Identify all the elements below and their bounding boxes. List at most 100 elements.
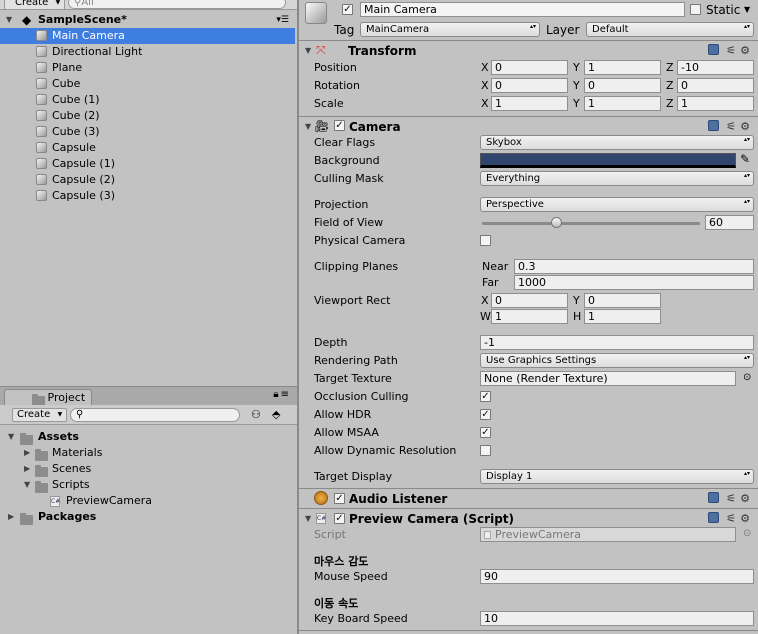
preset-sliders-icon[interactable]: ⚟ [726,44,740,57]
hierarchy-item[interactable]: Cube (3) [0,124,295,140]
lock-icon[interactable]: 🔒︎≡ [273,389,291,400]
object-picker-icon[interactable]: ⊙ [743,372,751,383]
allow-msaa-checkbox[interactable]: ✓ [480,427,491,438]
preset-sliders-icon[interactable]: ⚟ [726,120,740,133]
static-checkbox[interactable] [690,4,701,15]
layer-dropdown[interactable]: Default [586,22,754,37]
vp-h-field[interactable]: 1 [584,309,661,324]
audio-listener-header[interactable]: ✓ Audio Listener ⚟⚙ [299,490,758,508]
transform-y-field[interactable]: 1 [584,60,661,75]
near-field[interactable]: 0.3 [514,259,754,274]
help-book-icon[interactable] [707,120,719,131]
transform-x-field[interactable]: 0 [491,60,568,75]
hierarchy-item[interactable]: Cube [0,76,295,92]
fov-slider-track[interactable] [482,222,700,225]
axis-label-y[interactable]: Y [573,79,580,92]
transform-z-field[interactable]: 0 [677,78,754,93]
hierarchy-item[interactable]: Cube (2) [0,108,295,124]
clear-flags-dropdown[interactable]: Skybox [480,135,754,150]
transform-header[interactable]: ▼ ⤧ Transform ⚟⚙ [299,42,758,60]
physical-camera-checkbox[interactable] [480,235,491,246]
axis-label-z[interactable]: Z [666,61,674,74]
axis-label-y[interactable]: Y [573,97,580,110]
target-display-dropdown[interactable]: Display 1 [480,469,754,484]
hierarchy-create-button[interactable]: Create ▼ [4,0,66,9]
filter-by-type-icon[interactable]: ⚇ [251,408,261,421]
axis-label-x[interactable]: X [481,79,489,92]
hierarchy-item[interactable]: Main Camera [0,28,295,44]
axis-label-y[interactable]: Y [573,61,580,74]
object-name-field[interactable]: Main Camera [360,2,685,17]
camera-header[interactable]: ▼ 🎥︎ ✓ Camera ⚟⚙ [299,118,758,136]
camera-enabled-checkbox[interactable]: ✓ [334,120,345,131]
help-book-icon[interactable] [707,44,719,55]
expand-triangle-icon[interactable]: ▼ [305,46,311,55]
keyboard-speed-field[interactable]: 10 [480,611,754,626]
help-book-icon[interactable] [707,492,719,503]
rendering-path-dropdown[interactable]: Use Graphics Settings [480,353,754,368]
scene-menu-icon[interactable]: ▾☰ [276,12,289,28]
transform-x-field[interactable]: 0 [491,78,568,93]
scene-row[interactable]: ▼ ◆ SampleScene* ▾☰ [0,12,295,28]
transform-x-field[interactable]: 1 [491,96,568,111]
mouse-speed-field[interactable]: 90 [480,569,754,584]
hierarchy-item[interactable]: Capsule (1) [0,156,295,172]
hierarchy-item[interactable]: Cube (1) [0,92,295,108]
allow-dynamic-resolution-checkbox[interactable] [480,445,491,456]
audio-listener-enabled-checkbox[interactable]: ✓ [334,493,345,504]
tree-item-packages[interactable]: ▶ Packages [0,509,295,525]
background-color-swatch[interactable] [480,153,736,168]
transform-y-field[interactable]: 0 [584,78,661,93]
eyedropper-icon[interactable]: ✎ [740,152,750,166]
project-search-input[interactable]: ⚲ [70,408,240,422]
hierarchy-item[interactable]: Directional Light [0,44,295,60]
axis-label-z[interactable]: Z [666,79,674,92]
far-field[interactable]: 1000 [514,275,754,290]
gear-icon[interactable]: ⚙ [740,512,754,525]
expand-triangle-icon[interactable]: ▼ [24,477,30,493]
expand-triangle-icon[interactable]: ▼ [305,514,311,523]
script-enabled-checkbox[interactable]: ✓ [334,513,345,524]
chevron-down-icon[interactable]: ▼ [744,5,750,14]
allow-hdr-checkbox[interactable]: ✓ [480,409,491,420]
transform-z-field[interactable]: 1 [677,96,754,111]
expand-triangle-icon[interactable]: ▼ [8,429,14,445]
hierarchy-item[interactable]: Plane [0,60,295,76]
hierarchy-item[interactable]: Capsule (2) [0,172,295,188]
tree-item-materials[interactable]: ▶ Materials [0,445,295,461]
tree-item-scripts[interactable]: ▼ Scripts [0,477,295,493]
collapse-triangle-icon[interactable]: ▶ [24,445,30,461]
collapse-triangle-icon[interactable]: ▶ [8,509,14,525]
gear-icon[interactable]: ⚙ [740,492,754,505]
preset-sliders-icon[interactable]: ⚟ [726,512,740,525]
filter-by-label-icon[interactable]: ⬘ [272,408,280,421]
axis-label-x[interactable]: X [481,61,489,74]
vp-w-field[interactable]: 1 [491,309,568,324]
vp-x-field[interactable]: 0 [491,293,568,308]
hierarchy-search-input[interactable]: ⚲All [68,0,286,9]
preview-camera-script-header[interactable]: ▼ C# ✓ Preview Camera (Script) ⚟⚙ [299,510,758,528]
gear-icon[interactable]: ⚙ [740,44,754,57]
depth-field[interactable]: -1 [480,335,754,350]
transform-y-field[interactable]: 1 [584,96,661,111]
hierarchy-item[interactable]: Capsule [0,140,295,156]
tag-dropdown[interactable]: MainCamera [360,22,540,37]
project-tab[interactable]: Project [4,389,93,406]
fov-field[interactable]: 60 [705,215,754,230]
tree-item-assets[interactable]: ▼ Assets [0,429,295,445]
expand-triangle-icon[interactable]: ▼ [305,122,311,131]
transform-z-field[interactable]: -10 [677,60,754,75]
occlusion-culling-checkbox[interactable]: ✓ [480,391,491,402]
projection-dropdown[interactable]: Perspective [480,197,754,212]
tree-item-scenes[interactable]: ▶ Scenes [0,461,295,477]
hierarchy-item[interactable]: Capsule (3) [0,188,295,204]
target-texture-field[interactable]: None (Render Texture) [480,371,736,386]
project-create-button[interactable]: Create ▼ [12,408,68,422]
vp-y-field[interactable]: 0 [584,293,661,308]
help-book-icon[interactable] [707,512,719,523]
axis-label-z[interactable]: Z [666,97,674,110]
preset-sliders-icon[interactable]: ⚟ [726,492,740,505]
tree-item-previewcamera[interactable]: C# PreviewCamera [0,493,295,509]
gear-icon[interactable]: ⚙ [740,120,754,133]
culling-mask-dropdown[interactable]: Everything [480,171,754,186]
